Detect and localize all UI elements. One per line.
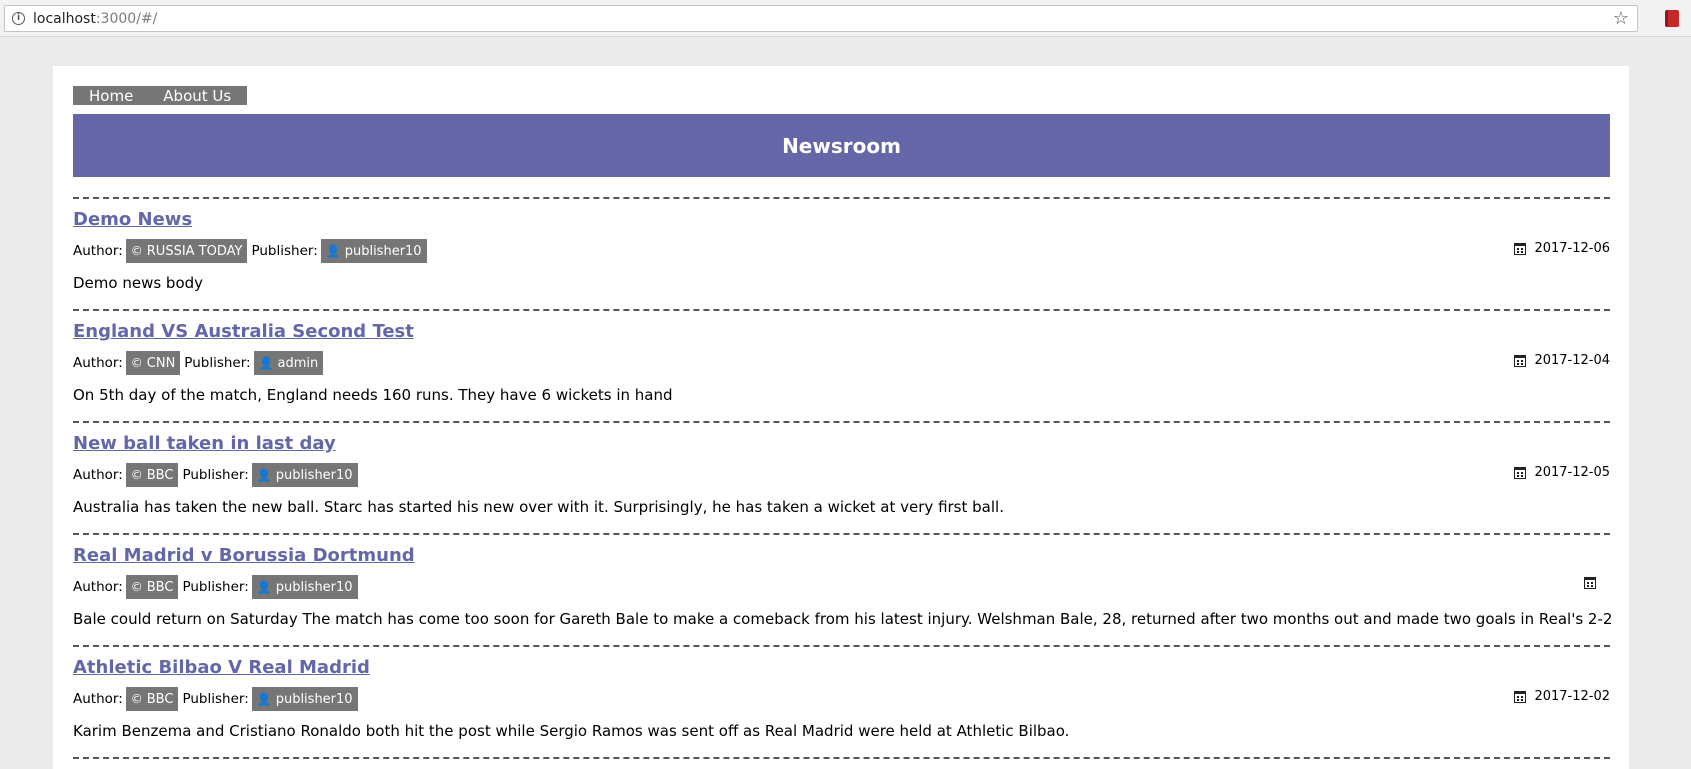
calendar-icon xyxy=(1514,466,1527,479)
publisher-name: publisher10 xyxy=(275,467,353,483)
calendar-icon xyxy=(1514,242,1527,255)
news-list: Demo News Author: © RUSSIA TODAY Publishe… xyxy=(73,197,1613,759)
publisher-name: publisher10 xyxy=(344,243,422,259)
date-value: 2017-12-05 xyxy=(1534,465,1610,480)
author-name: CNN xyxy=(146,355,176,371)
publisher-name: publisher10 xyxy=(275,579,353,595)
user-icon: 👤 xyxy=(256,692,272,706)
publisher-label: Publisher: xyxy=(182,467,249,483)
author-name: BBC xyxy=(146,691,174,707)
copyright-icon: © xyxy=(130,356,143,370)
news-title-link[interactable]: Real Madrid v Borussia Dortmund xyxy=(73,545,415,566)
browser-toolbar: i localhost:3000/#/ ☆ xyxy=(0,0,1691,37)
publisher-badge: 👤 publisher10 xyxy=(251,687,358,711)
news-body: Karim Benzema and Cristiano Ronaldo both… xyxy=(73,722,1070,740)
news-body: Bale could return on Saturday The match … xyxy=(73,610,1613,628)
publisher-label: Publisher: xyxy=(182,579,249,595)
news-date: 2017-12-05 xyxy=(1514,465,1610,480)
news-date xyxy=(1584,577,1604,589)
info-icon[interactable]: i xyxy=(12,12,25,25)
news-date: 2017-12-02 xyxy=(1514,689,1610,704)
url-path: :3000/#/ xyxy=(95,10,158,27)
bookmark-star-icon[interactable]: ☆ xyxy=(1613,8,1629,29)
news-list-end-divider xyxy=(73,757,1610,759)
news-body: On 5th day of the match, England needs 1… xyxy=(73,386,673,404)
news-meta: Author: © BBC Publisher: 👤 publisher10 xyxy=(73,687,362,711)
date-value: 2017-12-06 xyxy=(1534,241,1610,256)
author-label: Author: xyxy=(73,579,123,595)
news-meta: Author: © BBC Publisher: 👤 publisher10 xyxy=(73,463,362,487)
publisher-label: Publisher: xyxy=(184,355,251,371)
calendar-icon xyxy=(1514,690,1527,703)
page-container: Home About Us Newsroom Demo News Author:… xyxy=(53,66,1629,769)
news-title-link[interactable]: Demo News xyxy=(73,209,192,230)
news-title-link[interactable]: New ball taken in last day xyxy=(73,433,336,454)
publisher-badge: 👤 publisher10 xyxy=(251,575,358,599)
author-name: RUSSIA TODAY xyxy=(146,243,243,259)
author-name: BBC xyxy=(146,579,174,595)
publisher-name: publisher10 xyxy=(275,691,353,707)
news-body: Demo news body xyxy=(73,274,204,292)
publisher-badge: 👤 admin xyxy=(253,351,324,375)
copyright-icon: © xyxy=(130,580,143,594)
news-item: England VS Australia Second Test Author:… xyxy=(73,309,1610,421)
copyright-icon: © xyxy=(130,468,143,482)
user-icon: 👤 xyxy=(258,356,274,370)
news-item: Real Madrid v Borussia Dortmund Author: … xyxy=(73,533,1613,645)
author-badge: © CNN xyxy=(125,351,181,375)
author-label: Author: xyxy=(73,467,123,483)
author-badge: © BBC xyxy=(125,687,179,711)
publisher-label: Publisher: xyxy=(251,243,318,259)
news-title-link[interactable]: England VS Australia Second Test xyxy=(73,321,414,342)
news-meta: Author: © RUSSIA TODAY Publisher: 👤 publis… xyxy=(73,239,431,263)
date-value: 2017-12-04 xyxy=(1534,353,1610,368)
publisher-label: Publisher: xyxy=(182,691,249,707)
news-item: Demo News Author: © RUSSIA TODAY Publishe… xyxy=(73,197,1610,309)
news-item: Athletic Bilbao V Real Madrid Author: © B… xyxy=(73,645,1610,757)
user-icon: 👤 xyxy=(256,580,272,594)
author-badge: © BBC xyxy=(125,463,179,487)
url-host: localhost xyxy=(33,10,96,27)
author-badge: © RUSSIA TODAY xyxy=(125,239,248,263)
copyright-icon: © xyxy=(130,244,143,258)
nav-bar: Home About Us xyxy=(73,86,248,105)
header-banner: Newsroom xyxy=(73,114,1610,177)
copyright-icon: © xyxy=(130,692,143,706)
page-title: Newsroom xyxy=(782,133,901,158)
news-date: 2017-12-04 xyxy=(1514,353,1610,368)
author-badge: © BBC xyxy=(125,575,179,599)
author-name: BBC xyxy=(146,467,174,483)
date-value: 2017-12-02 xyxy=(1534,689,1610,704)
news-body: Australia has taken the new ball. Starc … xyxy=(73,498,1004,516)
news-date: 2017-12-06 xyxy=(1514,241,1610,256)
news-meta: Author: © CNN Publisher: 👤 admin xyxy=(73,351,327,375)
publisher-badge: 👤 publisher10 xyxy=(320,239,427,263)
author-label: Author: xyxy=(73,243,123,259)
news-meta: Author: © BBC Publisher: 👤 publisher10 xyxy=(73,575,362,599)
news-title-link[interactable]: Athletic Bilbao V Real Madrid xyxy=(73,657,370,678)
author-label: Author: xyxy=(73,691,123,707)
calendar-icon xyxy=(1584,577,1596,589)
news-item: New ball taken in last day Author: © BBC … xyxy=(73,421,1610,533)
calendar-icon xyxy=(1514,354,1527,367)
author-label: Author: xyxy=(73,355,123,371)
user-icon: 👤 xyxy=(325,244,341,258)
publisher-badge: 👤 publisher10 xyxy=(251,463,358,487)
nav-about-link[interactable]: About Us xyxy=(163,87,231,105)
publisher-name: admin xyxy=(277,355,319,371)
address-bar[interactable]: i localhost:3000/#/ ☆ xyxy=(4,5,1638,32)
nav-home-link[interactable]: Home xyxy=(89,87,133,105)
extension-icon[interactable] xyxy=(1665,10,1679,27)
user-icon: 👤 xyxy=(256,468,272,482)
